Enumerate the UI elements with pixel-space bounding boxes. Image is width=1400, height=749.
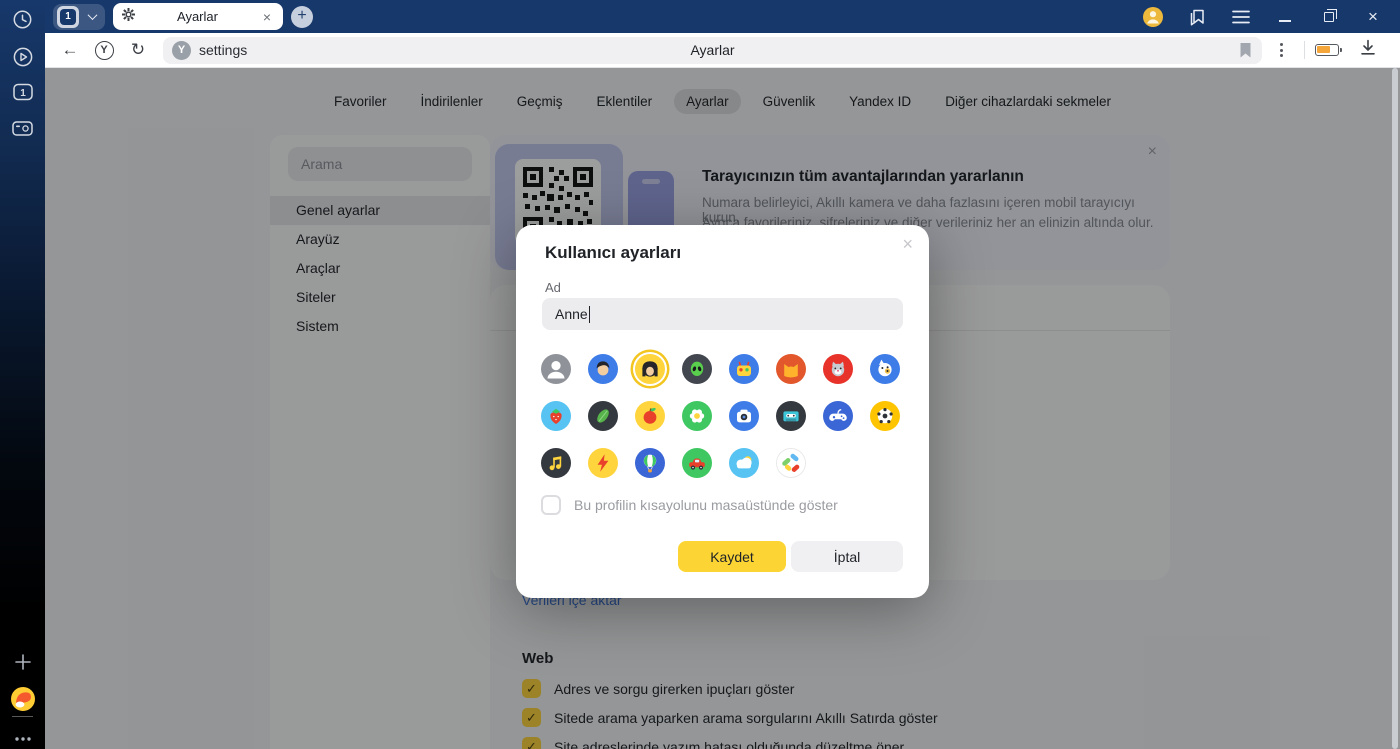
- avatar-dog[interactable]: [870, 354, 900, 384]
- yandex-search-icon[interactable]: Y: [87, 37, 121, 63]
- browser-window: 1 1 Ayarlar × +: [0, 0, 1400, 749]
- new-tab-button[interactable]: +: [291, 6, 313, 28]
- name-field-label: Ad: [545, 280, 561, 295]
- add-panel-icon[interactable]: [0, 645, 45, 679]
- tab-group-button[interactable]: 1: [53, 4, 105, 30]
- avatar-car[interactable]: [682, 448, 712, 478]
- tab-group-count: 1: [57, 6, 79, 28]
- avatar-alien[interactable]: [682, 354, 712, 384]
- desktop-shortcut-checkbox[interactable]: [541, 495, 561, 515]
- avatar-apple[interactable]: [635, 401, 665, 431]
- avatar-grid: [541, 354, 903, 478]
- user-settings-modal: Kullanıcı ayarları × Ad Anne Bu profilin…: [516, 225, 929, 598]
- window-restore-button[interactable]: [1318, 6, 1340, 28]
- tab-gear-icon: [121, 7, 136, 27]
- yandex-browser-logo[interactable]: [0, 682, 45, 716]
- avatar-robot[interactable]: [729, 354, 759, 384]
- window-close-button[interactable]: ×: [1362, 6, 1384, 28]
- omnibox-menu-icon[interactable]: [1268, 38, 1294, 62]
- avatar-strawberry[interactable]: [541, 401, 571, 431]
- avatar-cat[interactable]: [823, 354, 853, 384]
- bookmark-icon[interactable]: [1239, 42, 1252, 64]
- side-rail: 1: [0, 0, 45, 749]
- downloads-icon[interactable]: [1360, 39, 1376, 61]
- modal-close-icon[interactable]: ×: [902, 234, 913, 255]
- text-caret: [589, 306, 591, 323]
- avatar-girl[interactable]: [635, 354, 665, 384]
- avatar-camera[interactable]: [729, 401, 759, 431]
- save-button[interactable]: Kaydet: [678, 541, 786, 572]
- modal-title: Kullanıcı ayarları: [545, 243, 681, 263]
- avatar-balloon[interactable]: [635, 448, 665, 478]
- avatar-default-user[interactable]: [541, 354, 571, 384]
- bookmarks-panel-icon[interactable]: [1186, 6, 1208, 28]
- avatar-leaf[interactable]: [588, 401, 618, 431]
- tab-title: Ayarlar: [136, 9, 259, 24]
- avatar-boy[interactable]: [588, 354, 618, 384]
- more-panels-icon[interactable]: [0, 722, 45, 749]
- battery-saver-icon[interactable]: [1315, 44, 1339, 56]
- avatar-music[interactable]: [541, 448, 571, 478]
- profile-avatar[interactable]: [1142, 6, 1164, 28]
- omnibox[interactable]: Y settings Ayarlar: [163, 37, 1262, 64]
- site-favicon: Y: [172, 41, 191, 60]
- address-text: settings: [199, 42, 247, 58]
- chevron-down-icon[interactable]: [81, 6, 103, 28]
- omnibox-page-title: Ayarlar: [163, 42, 1262, 58]
- screenshot-icon[interactable]: [0, 112, 45, 146]
- settings-page: FavorilerİndirilenlerGeçmişEklentilerAya…: [45, 68, 1400, 749]
- desktop-shortcut-label: Bu profilin kısayolunu masaüstünde göste…: [574, 497, 838, 513]
- back-button[interactable]: ←: [53, 37, 87, 63]
- avatar-football[interactable]: [870, 401, 900, 431]
- avatar-lightning[interactable]: [588, 448, 618, 478]
- svg-text:1: 1: [20, 88, 26, 99]
- avatar-fox[interactable]: [776, 354, 806, 384]
- window-minimize-button[interactable]: [1274, 6, 1296, 28]
- avatar-weather[interactable]: [729, 448, 759, 478]
- history-icon[interactable]: [0, 2, 45, 36]
- rail-divider: [12, 716, 33, 717]
- avatar-colors[interactable]: [776, 448, 806, 478]
- cancel-button[interactable]: İptal: [791, 541, 903, 572]
- name-input[interactable]: Anne: [542, 298, 903, 330]
- tab-bar: 1 Ayarlar × + ×: [45, 0, 1400, 33]
- avatar-flower[interactable]: [682, 401, 712, 431]
- desktop-shortcut-checkbox-row[interactable]: Bu profilin kısayolunu masaüstünde göste…: [541, 495, 838, 515]
- reload-button[interactable]: ↻: [121, 37, 155, 63]
- address-bar: ← Y ↻ Y settings Ayarlar: [45, 33, 1400, 68]
- play-panel-icon[interactable]: [0, 40, 45, 74]
- tabs-counter-icon[interactable]: 1: [0, 75, 45, 109]
- avatar-cassette[interactable]: [776, 401, 806, 431]
- menu-hamburger-icon[interactable]: [1230, 6, 1252, 28]
- browser-tab-ayarlar[interactable]: Ayarlar ×: [113, 3, 283, 30]
- tab-close-icon[interactable]: ×: [259, 9, 275, 25]
- page-scrollbar[interactable]: [1392, 68, 1398, 749]
- avatar-gamepad[interactable]: [823, 401, 853, 431]
